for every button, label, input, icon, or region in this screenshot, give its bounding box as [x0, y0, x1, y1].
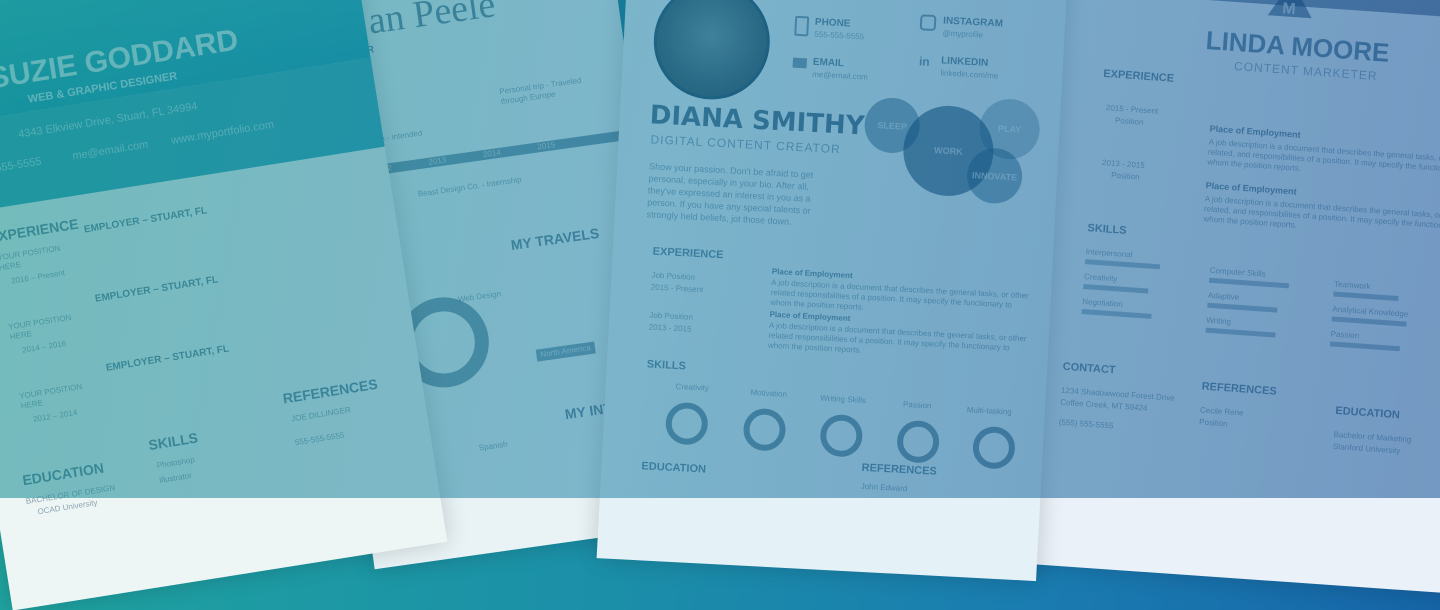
timeline-year: 2013	[427, 155, 447, 167]
job-description: A job description is a document that des…	[1203, 194, 1440, 232]
skill-item: Photoshop	[156, 455, 196, 471]
job-role: Job Position	[651, 270, 696, 282]
skill-bar	[1081, 308, 1152, 319]
section-heading: EDUCATION	[1334, 404, 1401, 422]
skill-bar	[1083, 284, 1149, 294]
timeline-year: 2014	[482, 147, 502, 160]
section-heading: CONTACT	[1062, 360, 1117, 377]
job-role: YOUR POSITION HERE	[7, 312, 72, 342]
section-heading: MY TRAVELS	[509, 224, 601, 254]
skill-ring	[664, 401, 709, 446]
contact-value: @myprofile	[942, 28, 984, 40]
contact-label: EMAIL	[812, 56, 845, 70]
reference-name: John Edward	[860, 481, 908, 494]
section-heading: REFERENCES	[281, 375, 379, 407]
job-dates: 2012 – 2014	[32, 408, 78, 424]
timeline-year: 2015	[536, 140, 556, 152]
skill-ring	[742, 407, 787, 452]
skill-item: Teamwork	[1333, 279, 1371, 292]
section-heading: EXPERIENCE	[1102, 67, 1175, 85]
skill-bar	[1333, 291, 1399, 302]
skill-bar	[1084, 259, 1161, 270]
section-heading: SKILLS	[147, 429, 200, 454]
phone-icon	[794, 15, 810, 37]
skill-item: Creativity	[1083, 272, 1118, 284]
section-heading: EXPERIENCE	[652, 245, 724, 262]
section-heading: SKILLS	[646, 358, 687, 373]
section-heading: EDUCATION	[21, 459, 105, 489]
skill-ring	[819, 413, 864, 458]
skill-label: Motivation	[750, 387, 788, 399]
job-dates: 2014 – 2016	[21, 338, 67, 355]
contact-value: me@email.com	[811, 69, 869, 82]
contact-value: linkedin.com/me	[940, 68, 999, 81]
job-employer: EMPLOYER – STUART, FL	[105, 343, 230, 374]
skill-label: Creativity	[675, 381, 710, 393]
job-dates: 2016 – Present	[10, 268, 66, 286]
education-school: Stanford University	[1332, 441, 1401, 456]
skill-label: Web Design	[457, 289, 502, 304]
job-role: Job Position	[649, 310, 694, 322]
timeline-label: Personal trip - Traveled through Europe	[498, 75, 582, 107]
job-dates: 2013 - 2015	[648, 322, 692, 334]
job-dates: 2013 - 2015	[1101, 158, 1146, 170]
job-description: A job description is a document that des…	[767, 320, 1027, 355]
job-description: A job description is a document that des…	[1207, 137, 1440, 174]
job-dates: 2015 - Present	[1105, 103, 1159, 116]
email-icon	[792, 57, 808, 69]
skill-label: Multi-tasking	[966, 405, 1012, 417]
reference-role: Position	[1198, 417, 1228, 429]
section-heading: REFERENCES	[1201, 380, 1278, 398]
section-heading: EXPERIENCE	[0, 215, 80, 246]
job-place: Place of Employment	[1209, 123, 1301, 140]
monogram-letter: M	[1281, 0, 1297, 19]
skill-bar	[1205, 327, 1276, 338]
skill-item: Writing	[1206, 315, 1232, 327]
contact-line: (555) 555-5555	[1058, 417, 1114, 431]
avatar	[650, 0, 773, 103]
skill-bar	[1208, 277, 1290, 289]
contact-label: INSTAGRAM	[942, 15, 1004, 30]
section-heading: REFERENCES	[861, 461, 938, 478]
contact-value: 555-555-5555	[814, 29, 865, 42]
timeline-label: Beast Design Co. - Internship	[417, 175, 523, 199]
linkedin-icon: in	[918, 54, 931, 69]
skill-label: Spanish	[478, 439, 509, 453]
resume-preview-moore: M LINDA MOORE CONTENT MARKETER EXPERIENC…	[1018, 0, 1440, 596]
job-place: Place of Employment	[1205, 180, 1297, 197]
reference-phone: 555-555-5555	[294, 430, 345, 448]
reference-name: Cecile Rene	[1199, 405, 1244, 418]
contact-label: LINKEDIN	[940, 55, 989, 69]
skill-bar	[1329, 341, 1400, 352]
job-employer: EMPLOYER – STUART, FL	[83, 205, 208, 236]
resume-name: an Peele	[365, 0, 498, 43]
section-heading: SKILLS	[1087, 222, 1127, 237]
skill-ring	[971, 425, 1016, 470]
skill-item: Interpersonal	[1085, 247, 1133, 260]
job-role: Position	[1114, 115, 1144, 127]
skill-item: Negotiation	[1082, 296, 1124, 309]
contact-label: PHONE	[814, 16, 851, 30]
skill-bar	[1207, 302, 1278, 313]
reference-name: JOE DILLINGER	[290, 405, 352, 424]
section-heading: EDUCATION	[641, 460, 707, 476]
map-label: North America	[535, 341, 596, 362]
job-role: Position	[1110, 170, 1140, 182]
skill-item: Passion	[1330, 329, 1360, 341]
job-role: YOUR POSITION HERE	[18, 381, 83, 411]
resume-top-band	[1059, 0, 1440, 22]
skill-item: Illustrator	[158, 470, 193, 485]
job-employer: EMPLOYER – STUART, FL	[94, 274, 219, 305]
skill-label: Writing Skills	[820, 393, 867, 405]
resume-name: LINDA MOORE	[1204, 25, 1391, 68]
resume-preview-smithy: PHONE 555-555-5555 EMAIL me@email.com IN…	[596, 0, 1068, 582]
skill-label: Passion	[902, 399, 932, 411]
job-dates: 2015 - Present	[650, 282, 704, 295]
resume-intro: Show your passion. Don't be afraid to ge…	[646, 161, 814, 227]
skill-item: Adaptive	[1207, 290, 1240, 302]
skill-ring	[896, 419, 941, 464]
instagram-icon	[919, 14, 937, 32]
